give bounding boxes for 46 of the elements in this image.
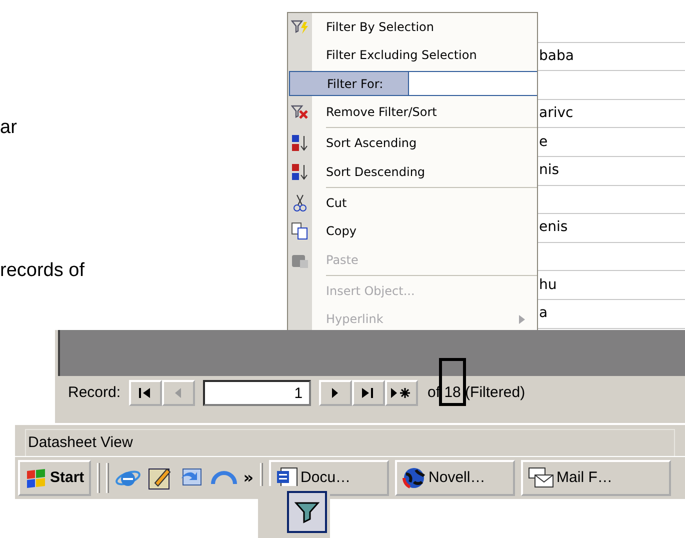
- table-cell-text: arivc: [539, 104, 574, 124]
- record-label: Record:: [68, 382, 121, 403]
- last-icon: [361, 387, 376, 399]
- taskbar-button[interactable]: Mail F…: [520, 460, 671, 496]
- menu-item[interactable]: Copy: [312, 222, 356, 240]
- filter-lightning-icon: [291, 19, 309, 36]
- new-record-button[interactable]: [384, 380, 418, 406]
- taskbar-button[interactable]: Novell…: [394, 460, 515, 496]
- globe-icon: [402, 466, 426, 490]
- mail-envelope-icon: [528, 467, 554, 489]
- menu-item[interactable]: Filter By Selection: [312, 18, 434, 36]
- slide-text: records of: [0, 259, 84, 283]
- overflow-chevron[interactable]: »: [243, 466, 254, 490]
- windows-flag-icon: [25, 468, 47, 488]
- filter-button[interactable]: [287, 491, 327, 533]
- last-record-button[interactable]: [352, 380, 385, 406]
- record-number-field[interactable]: 1: [202, 380, 311, 406]
- sort-arrow-icon: [291, 134, 309, 152]
- filter-for-field[interactable]: Filter For:: [289, 71, 537, 96]
- menu-item[interactable]: Cut: [312, 194, 347, 212]
- table-cell-text: enis: [539, 218, 568, 238]
- sort-arrow-icon: [291, 162, 309, 181]
- record-count: of 18 (Filtered): [428, 382, 526, 403]
- table-cell-text: a: [539, 304, 548, 324]
- table-cell-text: nis: [539, 161, 560, 180]
- copy-icon: [291, 222, 309, 240]
- scissors-icon: [293, 194, 307, 212]
- table-cell-text: baba: [539, 46, 574, 66]
- highlight-box: [439, 358, 466, 406]
- start-button[interactable]: Start: [18, 460, 92, 496]
- first-record-button[interactable]: [128, 380, 162, 406]
- next-record-button[interactable]: [318, 380, 352, 406]
- new-record-icon: [390, 387, 412, 399]
- menu-item[interactable]: Remove Filter/Sort: [312, 103, 437, 122]
- filter-cross-icon: [291, 104, 309, 120]
- first-icon: [138, 387, 152, 399]
- menu-item[interactable]: Sort Ascending: [312, 134, 417, 152]
- next-icon: [331, 387, 340, 399]
- submenu-arrow-icon: [519, 314, 525, 324]
- slide-text: ar: [0, 116, 17, 140]
- previous-icon: [174, 387, 182, 399]
- network-arc-icon[interactable]: [211, 471, 238, 485]
- table-cell-text: hu: [539, 276, 557, 295]
- menu-item[interactable]: Filter Excluding Selection: [312, 46, 477, 64]
- table-cell-text: e: [539, 132, 548, 152]
- menu-item[interactable]: Sort Descending: [312, 162, 426, 181]
